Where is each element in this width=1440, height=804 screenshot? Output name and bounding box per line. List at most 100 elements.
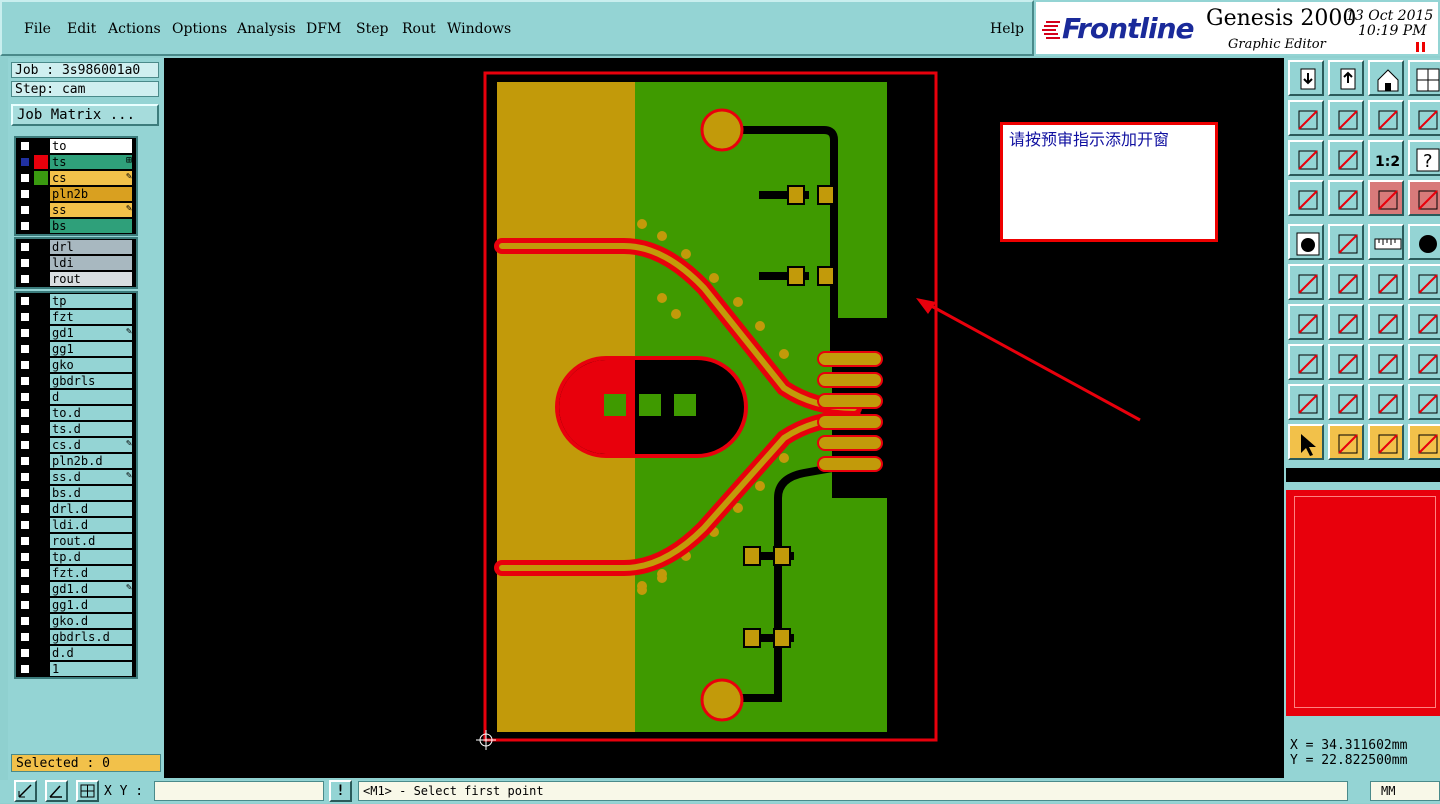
select-box-icon[interactable] bbox=[1328, 424, 1364, 460]
layer-row[interactable]: cs ✎ bbox=[16, 170, 136, 186]
grid-icon[interactable] bbox=[76, 780, 99, 802]
layer-row[interactable]: gd1.d ✎ bbox=[16, 581, 136, 597]
layer-row[interactable]: gg1 bbox=[16, 341, 136, 357]
layer-name[interactable]: fzt.d bbox=[50, 566, 132, 580]
layer-checkbox[interactable] bbox=[20, 189, 30, 199]
alert-button[interactable]: ! bbox=[329, 780, 352, 802]
net-alt-icon[interactable] bbox=[1408, 180, 1440, 216]
layer-row[interactable]: bs.d bbox=[16, 485, 136, 501]
arrow-triangle-icon[interactable] bbox=[1328, 384, 1364, 420]
menu-windows[interactable]: Windows bbox=[447, 21, 511, 37]
layer-row[interactable]: fzt bbox=[16, 309, 136, 325]
layer-checkbox[interactable] bbox=[20, 616, 30, 626]
layer-row[interactable]: tp.d bbox=[16, 549, 136, 565]
select-touch-icon[interactable] bbox=[1368, 424, 1404, 460]
layer-checkbox[interactable] bbox=[20, 157, 30, 167]
layer-name[interactable]: ts bbox=[50, 155, 132, 169]
layer-name[interactable]: drl bbox=[50, 240, 132, 254]
circle-icon[interactable] bbox=[1408, 224, 1440, 260]
slash-icon[interactable] bbox=[1328, 304, 1364, 340]
layer-checkbox[interactable] bbox=[20, 568, 30, 578]
layer-checkbox[interactable] bbox=[20, 141, 30, 151]
layer-name[interactable]: drl.d bbox=[50, 502, 132, 516]
angle-icon[interactable] bbox=[1288, 304, 1324, 340]
layer-checkbox[interactable] bbox=[20, 664, 30, 674]
cross-icon[interactable] bbox=[1328, 264, 1364, 300]
layer-checkbox[interactable] bbox=[20, 392, 30, 402]
layer-checkbox[interactable] bbox=[20, 408, 30, 418]
layer-checkbox[interactable] bbox=[20, 221, 30, 231]
menu-actions[interactable]: Actions bbox=[108, 21, 161, 37]
menu-file[interactable]: File bbox=[24, 21, 51, 37]
layer-name[interactable]: rout.d bbox=[50, 534, 132, 548]
layer-name[interactable]: gd1.d bbox=[50, 582, 132, 596]
menu-analysis[interactable]: Analysis bbox=[237, 21, 296, 37]
layer-checkbox[interactable] bbox=[20, 536, 30, 546]
layer-checkbox[interactable] bbox=[20, 648, 30, 658]
layer-name[interactable]: fzt bbox=[50, 310, 132, 324]
polygon-icon[interactable] bbox=[1328, 224, 1364, 260]
layer-name[interactable]: gbdrls.d bbox=[50, 630, 132, 644]
layer-name[interactable]: ldi.d bbox=[50, 518, 132, 532]
layer-name[interactable]: tp.d bbox=[50, 550, 132, 564]
triangle-icon[interactable] bbox=[1288, 384, 1324, 420]
layer-name[interactable]: pln2b.d bbox=[50, 454, 132, 468]
layer-checkbox[interactable] bbox=[20, 360, 30, 370]
layer-name[interactable]: ss bbox=[50, 203, 132, 217]
layer-name[interactable]: to.d bbox=[50, 406, 132, 420]
panel-right-icon[interactable] bbox=[1328, 100, 1364, 136]
menu-options[interactable]: Options bbox=[172, 21, 227, 37]
layer-row[interactable]: gbdrls bbox=[16, 373, 136, 389]
layer-checkbox[interactable] bbox=[20, 296, 30, 306]
window-icon[interactable] bbox=[1408, 60, 1440, 96]
layer-checkbox[interactable] bbox=[20, 258, 30, 268]
layer-row[interactable]: gbdrls.d bbox=[16, 629, 136, 645]
layer-name[interactable]: gg1 bbox=[50, 342, 132, 356]
menu-help[interactable]: Help bbox=[990, 21, 1024, 37]
layer-row[interactable]: d.d bbox=[16, 645, 136, 661]
layer-row[interactable]: cs.d ✎ bbox=[16, 437, 136, 453]
connect-icon[interactable] bbox=[1288, 264, 1324, 300]
layer-checkbox[interactable] bbox=[20, 600, 30, 610]
layer-name[interactable]: gbdrls bbox=[50, 374, 132, 388]
job-matrix-button[interactable]: Job Matrix ... bbox=[11, 104, 159, 126]
layer-row[interactable]: gg1.d bbox=[16, 597, 136, 613]
layer-checkbox[interactable] bbox=[20, 173, 30, 183]
rotate-icon[interactable] bbox=[1368, 304, 1404, 340]
panel-left-icon[interactable] bbox=[1288, 100, 1324, 136]
units-selector[interactable]: MM bbox=[1370, 781, 1440, 801]
line-end-icon[interactable] bbox=[1368, 264, 1404, 300]
layer-checkbox[interactable] bbox=[20, 488, 30, 498]
layer-row[interactable]: to bbox=[16, 138, 136, 154]
layer-row[interactable]: pln2b bbox=[16, 186, 136, 202]
layer-name[interactable]: d bbox=[50, 390, 132, 404]
layer-name[interactable]: bs bbox=[50, 219, 132, 233]
layer-name[interactable]: gko.d bbox=[50, 614, 132, 628]
xy-input[interactable] bbox=[154, 781, 324, 801]
layer-row[interactable]: gko bbox=[16, 357, 136, 373]
layer-checkbox[interactable] bbox=[20, 472, 30, 482]
layer-name[interactable]: ts.d bbox=[50, 422, 132, 436]
layer-row[interactable]: fzt.d bbox=[16, 565, 136, 581]
layer-checkbox[interactable] bbox=[20, 242, 30, 252]
zoom-center-icon[interactable] bbox=[1328, 140, 1364, 176]
layer-checkbox[interactable] bbox=[20, 552, 30, 562]
pause-icon[interactable] bbox=[1416, 42, 1426, 52]
layer-name[interactable]: ldi bbox=[50, 256, 132, 270]
layer-row[interactable]: gko.d bbox=[16, 613, 136, 629]
select-net-icon[interactable] bbox=[1408, 424, 1440, 460]
tool-a-icon[interactable] bbox=[1288, 180, 1324, 216]
help-icon[interactable]: ? bbox=[1408, 140, 1440, 176]
arc-alt-icon[interactable] bbox=[1408, 384, 1440, 420]
s-curve-icon[interactable] bbox=[1408, 100, 1440, 136]
menu-edit[interactable]: Edit bbox=[67, 21, 96, 37]
layer-checkbox[interactable] bbox=[20, 344, 30, 354]
select-icon[interactable] bbox=[1288, 424, 1324, 460]
layer-row[interactable]: ts ⊞ bbox=[16, 154, 136, 170]
layer-checkbox[interactable] bbox=[20, 274, 30, 284]
overview-preview[interactable] bbox=[1286, 490, 1440, 716]
layer-checkbox[interactable] bbox=[20, 584, 30, 594]
layer-name[interactable]: cs.d bbox=[50, 438, 132, 452]
layer-row[interactable]: ss.d ✎ bbox=[16, 469, 136, 485]
menu-step[interactable]: Step bbox=[356, 21, 388, 37]
